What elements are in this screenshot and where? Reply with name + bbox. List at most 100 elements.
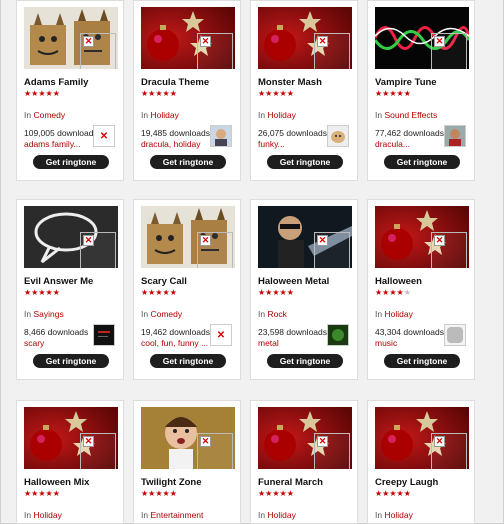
tag-links[interactable]: dracula...	[375, 139, 410, 149]
ringtone-title[interactable]: Scary Call	[141, 276, 187, 287]
download-count: 26,075 downloads	[258, 128, 328, 138]
ringtone-title[interactable]: Dracula Theme	[141, 77, 209, 88]
category-link[interactable]: Entertainment	[150, 510, 203, 520]
star-icon: ★	[155, 89, 163, 98]
tag-links[interactable]: metal	[258, 338, 279, 348]
category-prefix: In	[375, 309, 383, 319]
ringtone-thumbnail[interactable]: ✕	[258, 407, 352, 469]
uploader-avatar[interactable]: ✕	[93, 125, 115, 147]
star-icon: ★	[272, 288, 280, 297]
ringtone-card[interactable]: ✕ Scary Call ★★★★★ In Comedy 19,462 down…	[133, 199, 241, 380]
category-line: In Comedy	[141, 309, 182, 319]
category-prefix: In	[24, 309, 32, 319]
broken-image-icon: ✕	[80, 433, 116, 469]
star-rating: ★★★★★	[258, 89, 294, 98]
ringtone-card[interactable]: ✕ Halloween ★★★★★ In Holiday 43,304 down…	[367, 199, 475, 380]
star-rating: ★★★★★	[24, 288, 60, 297]
download-count: 23,598 downloads	[258, 327, 328, 337]
ringtone-thumbnail[interactable]: ✕	[141, 407, 235, 469]
ringtone-thumbnail[interactable]: ✕	[24, 407, 118, 469]
ringtone-card[interactable]: ✕ Halloween Mix ★★★★★ In Holiday	[16, 400, 124, 524]
category-line: In Holiday	[258, 110, 296, 120]
category-link[interactable]: Holiday	[384, 510, 412, 520]
ringtone-title[interactable]: Twilight Zone	[141, 477, 202, 488]
uploader-avatar[interactable]	[444, 324, 466, 346]
ringtone-card[interactable]: ✕ Dracula Theme ★★★★★ In Holiday 19,485 …	[133, 0, 241, 181]
star-icon: ★	[389, 288, 397, 297]
get-ringtone-button[interactable]: Get ringtone	[33, 354, 109, 368]
ringtone-card[interactable]: ✕ Funeral March ★★★★★ In Holiday	[250, 400, 358, 524]
ringtone-title[interactable]: Vampire Tune	[375, 77, 437, 88]
ringtone-title[interactable]: Monster Mash	[258, 77, 322, 88]
download-count: 19,485 downloads	[141, 128, 211, 138]
ringtone-thumbnail[interactable]: ✕	[24, 206, 118, 268]
ringtone-thumbnail[interactable]: ✕	[141, 7, 235, 69]
tag-links[interactable]: adams family...	[24, 139, 81, 149]
category-link[interactable]: Holiday	[267, 510, 295, 520]
star-icon: ★	[279, 489, 287, 498]
star-icon: ★	[52, 89, 60, 98]
ringtone-card[interactable]: ✕ Adams Family ★★★★★ In Comedy 109,005 d…	[16, 0, 124, 181]
star-rating: ★★★★★	[258, 489, 294, 498]
ringtone-thumbnail[interactable]: ✕	[375, 206, 469, 268]
ringtone-card[interactable]: ✕ Vampire Tune ★★★★★ In Sound Effects 77…	[367, 0, 475, 181]
tag-links[interactable]: cool, fun, funny ...	[141, 338, 208, 348]
category-link[interactable]: Holiday	[33, 510, 61, 520]
tag-links[interactable]: music	[375, 338, 397, 348]
ringtone-card[interactable]: ✕ Haloween Metal ★★★★★ In Rock 23,598 do…	[250, 199, 358, 380]
star-icon: ★	[52, 489, 60, 498]
ringtone-thumbnail[interactable]: ✕	[141, 206, 235, 268]
ringtone-thumbnail[interactable]: ✕	[24, 7, 118, 69]
ringtone-title[interactable]: Haloween Metal	[258, 276, 329, 287]
category-link[interactable]: Holiday	[267, 110, 295, 120]
star-rating: ★★★★★	[258, 288, 294, 297]
ringtone-card[interactable]: ✕ Evil Answer Me ★★★★★ In Sayings 8,466 …	[16, 199, 124, 380]
uploader-avatar[interactable]: ✕	[210, 324, 232, 346]
category-line: In Sayings	[24, 309, 64, 319]
uploader-avatar[interactable]	[327, 125, 349, 147]
category-link[interactable]: Holiday	[384, 309, 412, 319]
get-ringtone-button[interactable]: Get ringtone	[33, 155, 109, 169]
get-ringtone-button[interactable]: Get ringtone	[267, 354, 343, 368]
category-link[interactable]: Rock	[267, 309, 286, 319]
uploader-avatar[interactable]	[93, 324, 115, 346]
tag-links[interactable]: scary	[24, 338, 44, 348]
category-link[interactable]: Sound Effects	[384, 110, 437, 120]
ringtone-thumbnail[interactable]: ✕	[375, 7, 469, 69]
uploader-avatar[interactable]	[210, 125, 232, 147]
ringtone-title[interactable]: Creepy Laugh	[375, 477, 438, 488]
ringtone-title[interactable]: Halloween Mix	[24, 477, 89, 488]
ringtone-title[interactable]: Halloween	[375, 276, 422, 287]
get-ringtone-button[interactable]: Get ringtone	[384, 354, 460, 368]
tag-links[interactable]: funky...	[258, 139, 285, 149]
star-rating: ★★★★★	[141, 489, 177, 498]
ringtone-card[interactable]: ✕ Twilight Zone ★★★★★ In Entertainment	[133, 400, 241, 524]
category-prefix: In	[258, 110, 266, 120]
category-link[interactable]: Comedy	[150, 309, 182, 319]
ringtone-title[interactable]: Adams Family	[24, 77, 88, 88]
ringtone-thumbnail[interactable]: ✕	[258, 206, 352, 268]
ringtone-thumbnail[interactable]: ✕	[375, 407, 469, 469]
get-ringtone-button[interactable]: Get ringtone	[150, 354, 226, 368]
category-line: In Holiday	[258, 510, 296, 520]
get-ringtone-button[interactable]: Get ringtone	[384, 155, 460, 169]
star-icon: ★	[279, 89, 287, 98]
uploader-avatar[interactable]	[327, 324, 349, 346]
star-icon: ★	[403, 288, 411, 297]
download-count: 109,005 downloads	[24, 128, 98, 138]
ringtone-card[interactable]: ✕ Creepy Laugh ★★★★★ In Holiday	[367, 400, 475, 524]
category-prefix: In	[141, 510, 149, 520]
ringtone-thumbnail[interactable]: ✕	[258, 7, 352, 69]
category-link[interactable]: Sayings	[33, 309, 63, 319]
get-ringtone-button[interactable]: Get ringtone	[267, 155, 343, 169]
ringtone-title[interactable]: Evil Answer Me	[24, 276, 93, 287]
uploader-avatar[interactable]	[444, 125, 466, 147]
ringtone-card[interactable]: ✕ Monster Mash ★★★★★ In Holiday 26,075 d…	[250, 0, 358, 181]
ringtone-title[interactable]: Funeral March	[258, 477, 323, 488]
category-link[interactable]: Comedy	[33, 110, 65, 120]
star-icon: ★	[169, 288, 177, 297]
category-link[interactable]: Holiday	[150, 110, 178, 120]
tag-links[interactable]: dracula, holiday	[141, 139, 201, 149]
broken-image-icon: ✕	[197, 33, 233, 69]
get-ringtone-button[interactable]: Get ringtone	[150, 155, 226, 169]
